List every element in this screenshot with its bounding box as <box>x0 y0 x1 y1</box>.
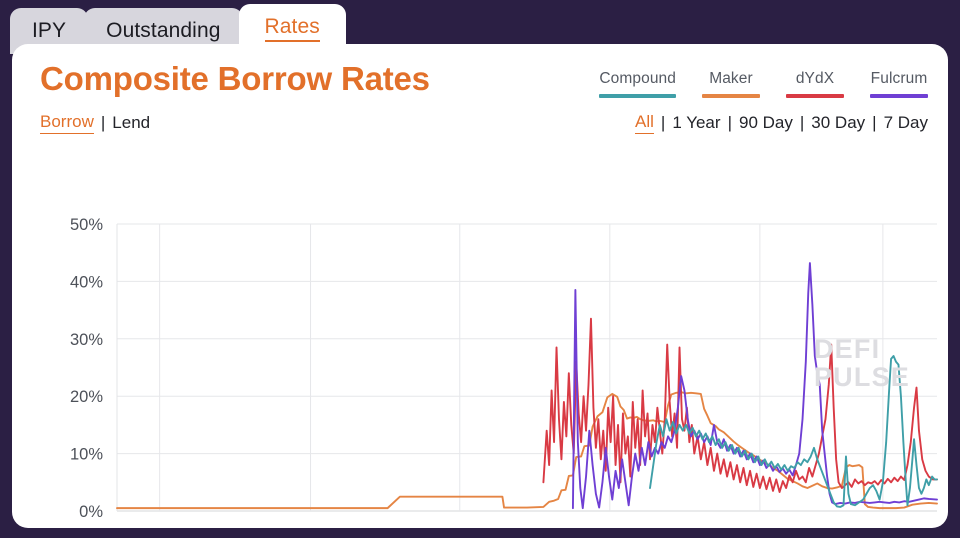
range-separator-3: | <box>799 113 805 132</box>
legend-swatch-dydx <box>786 94 844 98</box>
y-axis-tick-10: 10% <box>70 446 103 464</box>
range-separator-2: | <box>727 113 732 132</box>
range-90-day[interactable]: 90 Day <box>739 113 793 133</box>
legend-swatch-fulcrum <box>870 94 928 98</box>
series-line-compound <box>649 355 938 508</box>
app-root: IPY Outstanding Rates Composite Borrow R… <box>0 0 960 538</box>
y-axis-tick-40: 40% <box>70 273 103 291</box>
legend-item-maker[interactable]: Maker <box>702 70 760 98</box>
series-line-dydx <box>542 317 938 494</box>
chart-card: Composite Borrow Rates Compound Maker dY… <box>12 44 948 528</box>
mode-separator-1: | <box>100 113 106 132</box>
legend-swatch-maker <box>702 94 760 98</box>
range-switch: All | 1 Year | 90 Day | 30 Day | 7 Day <box>635 112 928 134</box>
chart-plot-area[interactable]: 0% 10% 20% 30% 40% 50% Jan 2018 Jul 2018 Jan 201… <box>12 148 948 528</box>
mode-borrow[interactable]: Borrow <box>40 112 94 134</box>
legend-swatch-compound <box>599 94 676 98</box>
legend: Compound Maker dYdX Fulcrum <box>599 70 928 98</box>
y-axis-tick-0: 0% <box>79 503 103 521</box>
legend-label-dydx: dYdX <box>795 70 835 87</box>
y-axis-tick-30: 30% <box>70 331 103 349</box>
x-axis-tick-5: Jul 2020 <box>852 526 914 528</box>
sub-navigation: Borrow | Lend All | 1 Year | 90 Day | 30… <box>12 112 948 146</box>
borrow-rates-line-chart: 0% 10% 20% 30% 40% 50% Jan 2018 Jul 2018 Jan 201… <box>70 216 938 528</box>
x-axis-tick-0: Jan 2018 <box>126 526 194 528</box>
x-axis-tick-1: Jul 2018 <box>279 526 341 528</box>
tab-outstanding-label: Outstanding <box>106 19 221 42</box>
page-title: Composite Borrow Rates <box>40 60 430 97</box>
legend-item-fulcrum[interactable]: Fulcrum <box>870 70 928 98</box>
range-separator-1: | <box>660 113 666 132</box>
legend-label-fulcrum: Fulcrum <box>870 70 928 87</box>
range-all[interactable]: All <box>635 112 654 134</box>
range-30-day[interactable]: 30 Day <box>811 113 865 133</box>
tab-rates-label: Rates <box>264 16 320 42</box>
mode-lend[interactable]: Lend <box>112 113 150 133</box>
range-7-day[interactable]: 7 Day <box>884 113 928 133</box>
y-axis-tick-50: 50% <box>70 216 103 234</box>
legend-item-dydx[interactable]: dYdX <box>786 70 844 98</box>
legend-label-maker: Maker <box>709 70 753 87</box>
x-axis-tick-2: Jan 2019 <box>426 526 494 528</box>
range-separator-4: | <box>872 113 877 132</box>
tab-rates[interactable]: Rates <box>238 4 346 54</box>
x-axis-tick-3: Jul 2019 <box>579 526 641 528</box>
tab-ipy-label: IPY <box>32 19 67 42</box>
range-1-year[interactable]: 1 Year <box>672 113 720 133</box>
mode-switch: Borrow | Lend <box>40 112 150 134</box>
card-header: Composite Borrow Rates Compound Maker dY… <box>12 44 948 112</box>
x-axis-tick-4: Jan 2020 <box>726 526 794 528</box>
legend-label-compound: Compound <box>599 70 676 87</box>
legend-item-compound[interactable]: Compound <box>599 70 676 98</box>
y-axis-tick-20: 20% <box>70 388 103 406</box>
